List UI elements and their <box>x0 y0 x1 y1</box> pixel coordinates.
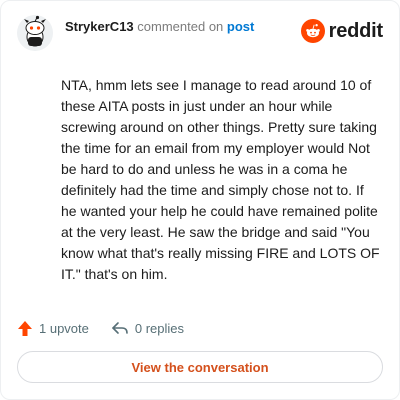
upvote-count: 1 upvote <box>39 320 89 336</box>
reddit-logo-icon <box>300 19 325 43</box>
comment-embed-card: StrykerC13 commented on post reddit NTA, <box>0 0 400 400</box>
upvote-button[interactable]: 1 upvote <box>17 320 89 337</box>
comment-actions: 1 upvote 0 replies <box>17 319 206 337</box>
action-text: commented on <box>137 19 224 34</box>
comment-meta: StrykerC13 commented on post <box>65 19 254 35</box>
user-avatar[interactable] <box>17 15 53 51</box>
upvote-arrow-icon <box>18 320 32 336</box>
view-conversation-button[interactable]: View the conversation <box>17 351 383 383</box>
reddit-brand-link[interactable]: reddit <box>300 19 384 43</box>
username-link[interactable]: StrykerC13 <box>65 19 134 34</box>
replies-button[interactable]: 0 replies <box>111 320 184 336</box>
snoo-avatar-icon <box>17 15 53 51</box>
comment-header: StrykerC13 commented on post reddit <box>17 15 383 51</box>
reply-arrow-icon <box>112 322 128 334</box>
reddit-wordmark: reddit <box>328 19 384 42</box>
post-link[interactable]: post <box>227 19 254 34</box>
replies-count: 0 replies <box>134 320 185 336</box>
comment-body: NTA, hmm lets see I manage to read aroun… <box>61 77 380 282</box>
